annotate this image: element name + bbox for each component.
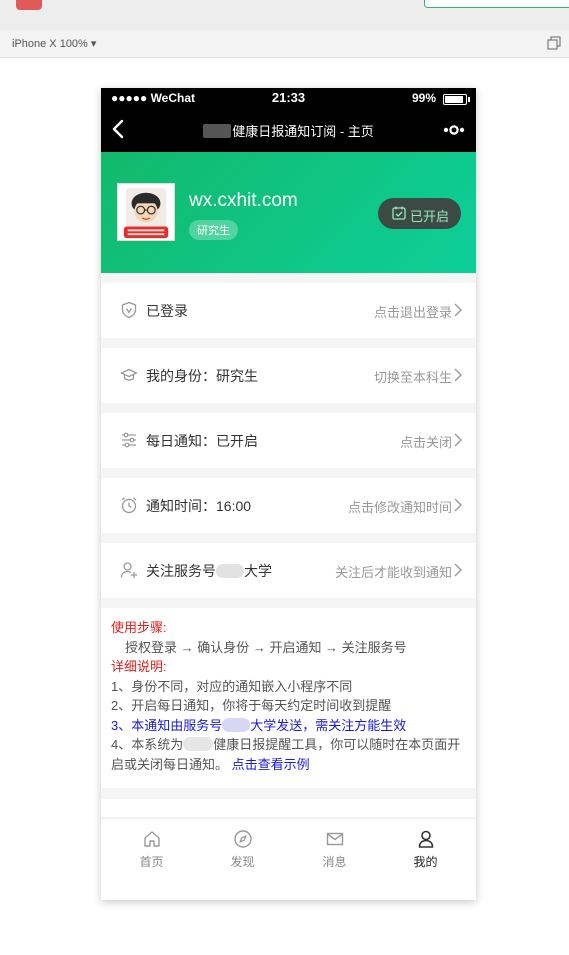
redacted-name: [216, 564, 244, 578]
row-login[interactable]: 已登录 点击退出登录: [101, 283, 476, 338]
logout-link[interactable]: 点击退出登录: [374, 302, 452, 321]
row-notification-time[interactable]: 通知时间：16:00 点击修改通知时间: [101, 478, 476, 533]
role-badge: 研究生: [189, 220, 238, 240]
tab-home-label: 首页: [139, 855, 164, 869]
detail-line-4: 4、本系统为 健康日报提醒工具，你可以随时在本页面开启或关闭每日通知。 点击查看示…: [111, 735, 466, 774]
chevron-right-icon: [454, 563, 462, 577]
turn-off-notification-link[interactable]: 点击关闭: [400, 432, 452, 451]
chevron-right-icon: [454, 498, 462, 512]
user-add-icon: [120, 562, 137, 578]
browser-top-bar: [0, 0, 569, 30]
redacted-name: [203, 124, 232, 138]
battery-icon: [443, 94, 470, 105]
chevron-right-icon: [454, 303, 462, 317]
instructions-panel: 使用步骤: 授权登录 → 确认身份 → 开启通知 → 关注服务号 详细说明: 1…: [101, 608, 476, 788]
notification-status-button[interactable]: 已开启: [378, 198, 461, 229]
graduation-cap-icon: [120, 368, 138, 381]
tab-discover-label: 发现: [230, 855, 255, 869]
redacted-name: [222, 717, 251, 732]
row-identity-label: 我的身份：研究生: [146, 368, 258, 384]
rotate-device-icon[interactable]: [547, 36, 561, 50]
detail-line-3-suffix: 大学发送，需关注方能生效: [250, 717, 407, 733]
site-domain: wx.cxhit.com: [189, 190, 298, 211]
steps-text: 授权登录 → 确认身份 → 开启通知 → 关注服务号: [125, 639, 407, 655]
profile-header: wx.cxhit.com 研究生 已开启: [101, 152, 476, 273]
more-options-icon[interactable]: [442, 124, 466, 136]
page-title: 健康日报通知订阅 - 主页: [232, 124, 374, 139]
detail-line-3: 3、本通知由服务号 大学发送，需关注方能生效: [111, 716, 466, 736]
tab-me-label: 我的: [413, 855, 438, 869]
avatar[interactable]: [117, 183, 175, 241]
chevron-right-icon: [454, 368, 462, 382]
sliders-icon: [122, 432, 136, 448]
home-icon: [143, 831, 160, 847]
edit-time-link[interactable]: 点击修改通知时间: [348, 497, 452, 516]
compass-icon: [233, 830, 252, 848]
tab-bar: 首页 发现 消息 我的: [101, 818, 476, 900]
tab-discover[interactable]: 发现: [196, 829, 289, 870]
mail-icon: [326, 832, 343, 846]
nav-bar: 健康日报通知订阅 - 主页: [101, 108, 476, 152]
row-follow-account-label: 关注服务号 大学: [146, 561, 272, 581]
row-notification-time-label: 通知时间：16:00: [146, 498, 252, 514]
browser-logo: [16, 0, 42, 10]
tab-messages[interactable]: 消息: [288, 829, 381, 870]
browser-url-box[interactable]: [424, 0, 569, 8]
status-bar: ●●●●● WeChat 21:33 99%: [101, 88, 476, 108]
user-icon: [418, 830, 433, 848]
redacted-name: [183, 737, 214, 751]
detail-title: 详细说明:: [111, 659, 167, 674]
status-battery-text: 99%: [411, 91, 436, 105]
detail-line-4-prefix: 4、本系统为: [111, 737, 184, 752]
page-title-wrap: 健康日报通知订阅 - 主页: [101, 121, 476, 140]
tab-messages-label: 消息: [322, 855, 347, 869]
device-selector[interactable]: iPhone X 100% ▾: [12, 37, 96, 50]
content-bottom-spacer: [101, 799, 476, 817]
row-login-label: 已登录: [146, 303, 188, 319]
row-identity[interactable]: 我的身份：研究生 切换至本科生: [101, 348, 476, 403]
row-daily-notification-label: 每日通知：已开启: [146, 433, 258, 449]
follow-label-prefix: 关注服务号: [146, 563, 216, 579]
battery-fill: [445, 96, 463, 103]
tab-home[interactable]: 首页: [105, 829, 198, 870]
view-example-link[interactable]: 点击查看示例: [232, 757, 310, 772]
detail-line-1: 1、身份不同，对应的通知嵌入小程序不同: [111, 678, 353, 694]
detail-line-2: 2、开启每日通知，你将于每天约定时间收到提醒: [111, 698, 392, 713]
shield-icon: [121, 301, 137, 319]
alarm-clock-icon: [121, 497, 137, 514]
tab-me[interactable]: 我的: [379, 829, 472, 870]
calendar-check-icon: [392, 206, 406, 220]
steps-title: 使用步骤:: [111, 620, 167, 635]
phone-screen: ●●●●● WeChat 21:33 99% 健康日报通知订阅 - 主页 wx.…: [101, 88, 476, 900]
switch-identity-link[interactable]: 切换至本科生: [374, 367, 452, 386]
follow-label-suffix: 大学: [244, 563, 272, 579]
chevron-right-icon: [454, 433, 462, 447]
detail-line-3-prefix: 3、本通知由服务号: [111, 717, 223, 733]
device-toolbar: iPhone X 100% ▾: [0, 30, 569, 58]
row-follow-account[interactable]: 关注服务号 大学 关注后才能收到通知: [101, 543, 476, 598]
notification-status-label: 已开启: [410, 209, 450, 224]
row-daily-notification[interactable]: 每日通知：已开启 点击关闭: [101, 413, 476, 468]
follow-hint-link[interactable]: 关注后才能收到通知: [335, 562, 452, 581]
